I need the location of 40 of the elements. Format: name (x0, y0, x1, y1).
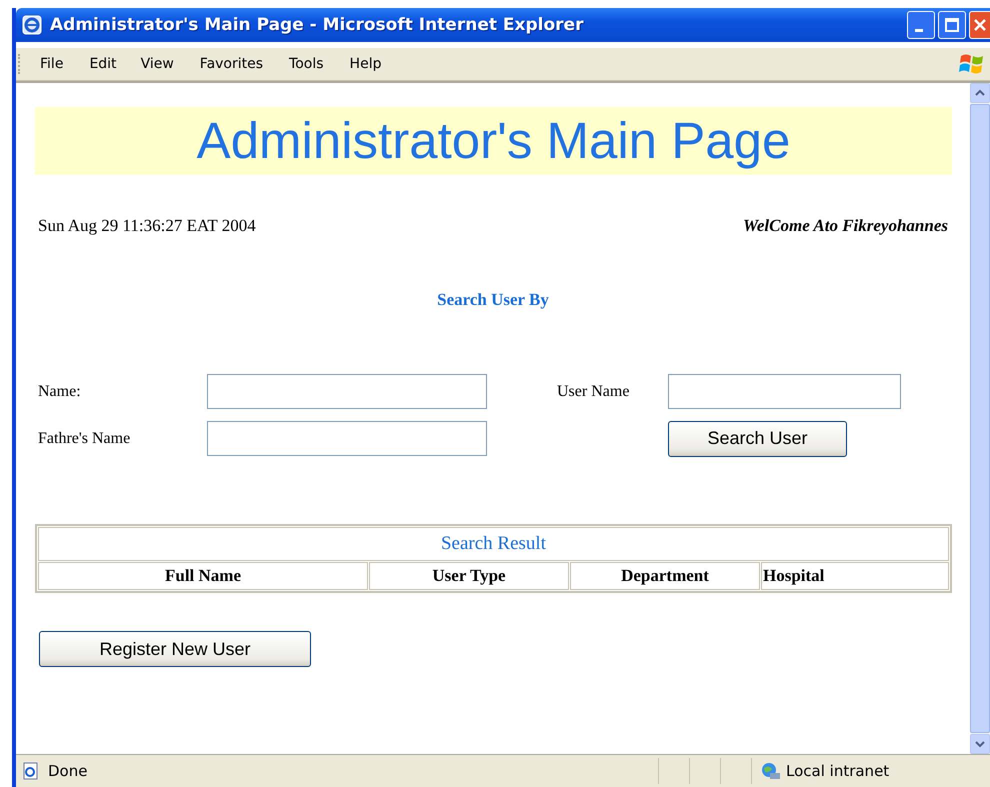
table-caption: Search Result (38, 527, 949, 561)
close-button[interactable] (969, 11, 990, 39)
scroll-down-button[interactable] (970, 734, 990, 754)
field-label: Fathre's Name (38, 430, 132, 448)
scroll-up-button[interactable] (970, 83, 990, 103)
field-label: Name: (38, 382, 82, 400)
caret-up-icon (975, 89, 985, 97)
section-title: Search User By (436, 290, 550, 310)
page-heading: Administrator's Main Page (35, 107, 952, 175)
column-header: Department (570, 562, 760, 590)
menu-item[interactable]: Help (350, 56, 382, 72)
input-field[interactable] (207, 421, 487, 456)
menu-item[interactable]: File (40, 56, 64, 72)
input-field[interactable] (207, 374, 487, 409)
welcome-text: WelCome Ato Fikreyohannes (743, 216, 948, 236)
date-text: Sun Aug 29 11:36:27 EAT 2004 (38, 216, 256, 236)
minimize-button[interactable] (907, 11, 935, 39)
column-header: Full Name (38, 562, 368, 590)
input-field[interactable] (668, 374, 901, 409)
status-text: Done (48, 762, 88, 780)
zone-text: Local intranet (786, 762, 890, 780)
maximize-button[interactable] (938, 11, 966, 39)
close-icon (972, 17, 988, 33)
field-label: User Name (556, 382, 630, 400)
page-icon (22, 762, 40, 780)
menu-item[interactable]: Edit (89, 56, 117, 72)
toolbar-grip (18, 54, 22, 74)
caret-down-icon (975, 740, 985, 748)
column-header: Hospital (761, 562, 949, 590)
browser-icon (22, 15, 42, 35)
minimize-icon (915, 28, 923, 32)
window-title: Administrator's Main Page - Microsoft Internet Explorer (50, 15, 584, 35)
menu-item[interactable]: Tools (289, 56, 324, 72)
search-button[interactable]: Search User (668, 420, 847, 456)
menu-item[interactable]: View (140, 56, 174, 72)
menu-item[interactable]: Favorites (200, 56, 264, 72)
globe-icon (760, 761, 782, 781)
register-button[interactable]: Register New User (39, 631, 311, 667)
column-header: User Type (369, 562, 569, 590)
maximize-icon (944, 17, 960, 33)
